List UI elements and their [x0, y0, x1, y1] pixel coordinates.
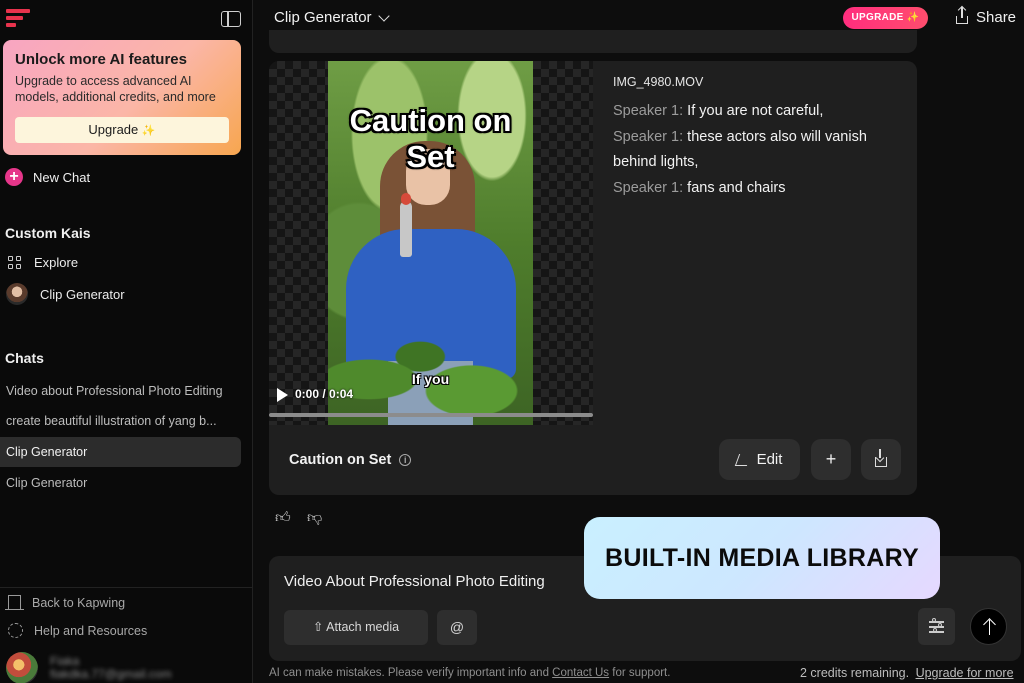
promo-text: Upgrade to access advanced AI models, ad… — [15, 74, 216, 104]
page-title: Clip Generator — [274, 9, 372, 26]
edit-button[interactable]: Edit — [719, 439, 800, 480]
kapwing-logo-icon[interactable] — [6, 9, 30, 27]
settings-sliders-icon[interactable] — [918, 608, 955, 645]
video-player[interactable]: Caution on Set If you 0:00 / 0:04 — [269, 61, 593, 425]
previous-message-card — [269, 30, 917, 53]
kai-selector-dropdown[interactable]: Clip Generator — [274, 9, 390, 26]
help-icon — [8, 623, 23, 638]
composer-input[interactable]: Video About Professional Photo Editing — [284, 573, 545, 590]
new-chat-label: New Chat — [33, 169, 91, 185]
send-arrow-icon[interactable] — [970, 608, 1007, 645]
user-avatar — [6, 652, 38, 683]
share-icon — [956, 6, 968, 24]
promo-title: Unlock more AI features — [15, 51, 187, 68]
back-to-kapwing-label: Back to Kapwing — [32, 595, 126, 610]
upload-icon: ⇧ — [312, 620, 324, 634]
transcript-text: fans and chairs — [687, 179, 786, 196]
speaker-label: Speaker 1: — [613, 179, 684, 196]
info-icon[interactable]: i — [399, 454, 412, 466]
chats-heading: Chats — [5, 350, 44, 366]
speaker-label: Speaker 1: — [613, 128, 684, 145]
building-icon — [5, 595, 24, 611]
help-resources-link[interactable]: Help and Resources — [8, 623, 147, 638]
mention-button[interactable]: @ — [437, 610, 477, 645]
clip-title: Caution on Set i — [289, 452, 412, 468]
download-icon — [875, 449, 887, 468]
sidebar-toggle-icon[interactable] — [221, 11, 241, 27]
grid-icon — [8, 255, 22, 270]
upgrade-button[interactable]: UPGRADE ✨ — [843, 7, 928, 29]
upgrade-promo-card: Unlock more AI features Upgrade to acces… — [3, 40, 241, 155]
download-button[interactable] — [861, 439, 901, 480]
transcript-line: Speaker 1: these actors also will vanish… — [613, 125, 903, 176]
disclaimer: AI can make mistakes. Please verify impo… — [269, 667, 671, 679]
video-progress-bar[interactable] — [269, 413, 593, 417]
chat-item-active[interactable]: Clip Generator — [0, 437, 241, 467]
promo-upgrade-label: Upgrade — [88, 122, 139, 137]
upgrade-for-more-link[interactable]: Upgrade for more — [916, 666, 1014, 680]
custom-kais-heading: Custom Kais — [5, 225, 91, 241]
chat-item[interactable]: Video about Professional Photo Editing — [0, 376, 241, 406]
video-time: 0:00 / 0:04 — [295, 387, 354, 401]
transcript-text: If you are not careful, — [687, 103, 824, 119]
upgrade-label: UPGRADE — [851, 12, 904, 23]
attach-media-button[interactable]: ⇧ Attach media — [284, 610, 428, 645]
app-window: Unlock more AI features Upgrade to acces… — [0, 0, 1024, 683]
credits-remaining: 2 credits remaining. — [800, 666, 910, 680]
sidebar-item-clip-generator[interactable]: Clip Generator — [6, 283, 125, 305]
user-email: fiakdka.77@gmail.com — [50, 667, 172, 681]
transcript: Speaker 1: If you are not careful, Speak… — [613, 99, 903, 201]
video-caption-subtitle: If you — [411, 371, 450, 387]
share-button[interactable]: Share — [956, 6, 1017, 26]
sidebar-item-label: Explore — [34, 255, 79, 270]
attach-media-label: Attach media — [326, 620, 400, 634]
new-chat-button[interactable]: + New Chat — [5, 168, 90, 186]
plus-circle-icon: + — [5, 168, 23, 186]
sidebar-divider — [0, 587, 253, 588]
video-frame: Caution on Set If you — [328, 61, 533, 425]
play-icon[interactable] — [277, 388, 288, 402]
speaker-label: Speaker 1: — [613, 103, 684, 119]
contact-us-link[interactable]: Contact Us — [552, 667, 609, 679]
microphone-icon — [400, 193, 412, 257]
sidebar-item-explore[interactable]: Explore — [8, 255, 78, 270]
feature-banner: BUILT-IN MEDIA LIBRARY — [584, 517, 940, 599]
sidebar: Unlock more AI features Upgrade to acces… — [0, 0, 253, 683]
pencil-icon — [734, 453, 751, 466]
add-button[interactable]: + — [811, 439, 851, 480]
promo-upgrade-button[interactable]: Upgrade ✨ — [15, 117, 229, 143]
user-profile[interactable]: Fiaka fiakdka.77@gmail.com — [6, 652, 172, 683]
edit-label: Edit — [756, 451, 783, 468]
sparkle-icon: ✨ — [141, 125, 156, 137]
video-filename: IMG_4980.MOV — [613, 75, 704, 89]
clip-title-text: Caution on Set — [289, 452, 392, 468]
clip-result-card: Caution on Set If you 0:00 / 0:04 IMG_49… — [269, 61, 917, 495]
sidebar-item-label: Clip Generator — [40, 286, 125, 302]
help-resources-label: Help and Resources — [34, 623, 148, 638]
back-to-kapwing-link[interactable]: Back to Kapwing — [5, 595, 126, 611]
transcript-line: Speaker 1: If you are not careful, — [613, 99, 903, 125]
plus-icon: + — [825, 449, 837, 469]
chat-item[interactable]: Clip Generator — [0, 468, 241, 498]
share-label: Share — [976, 9, 1017, 26]
thumbs-up-icon[interactable]: 👍︎ — [275, 510, 291, 526]
chevron-down-icon — [377, 9, 390, 22]
avatar — [6, 283, 28, 305]
thumbs-down-icon[interactable]: 👎︎ — [307, 510, 323, 526]
video-caption-title: Caution on Set — [349, 103, 512, 174]
credits-status: 2 credits remaining. Upgrade for more — [800, 666, 1014, 680]
transcript-line: Speaker 1: fans and chairs — [613, 176, 903, 202]
chat-item[interactable]: create beautiful illustration of yang b.… — [0, 406, 241, 436]
sparkle-icon: ✨ — [906, 12, 920, 23]
